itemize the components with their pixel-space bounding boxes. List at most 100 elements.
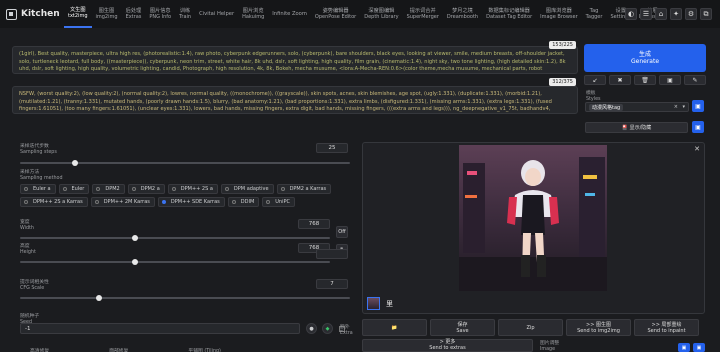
tab-sublabel: Hakuimg — [242, 14, 265, 20]
send-to-img2img-button[interactable]: >> 图生图 Send to img2img — [566, 319, 631, 336]
refresh-style-button[interactable]: ▣ — [692, 121, 704, 133]
sampling-method-option[interactable]: Euler — [58, 184, 90, 194]
radio-dot — [161, 200, 166, 204]
radio-dot — [171, 187, 176, 191]
close-icon[interactable]: ✕ — [694, 145, 700, 153]
radio-dot — [24, 200, 28, 204]
trash-icon[interactable]: 🗑 — [634, 75, 656, 85]
width-label: 宽度 Width — [20, 220, 34, 231]
save-style-icon[interactable]: ✎ — [684, 75, 706, 85]
read-params-icon[interactable]: ↙ — [584, 75, 606, 85]
cfg-scale-slider[interactable] — [20, 295, 350, 301]
send-to-inpaint-button[interactable]: >> 局部重绘 Send to inpaint — [634, 319, 699, 336]
tab-supermerger[interactable]: 提示词合并 SuperMerger — [403, 0, 443, 28]
tab-extras[interactable]: 后处理 Extras — [122, 0, 146, 28]
menu-icon[interactable]: ☰ — [640, 8, 652, 20]
clear-icon[interactable]: × — [674, 104, 678, 110]
app-logo: Kitchen — [0, 0, 64, 28]
clear-prompt-icon[interactable]: ✖ — [609, 75, 631, 85]
tab-sublabel: img2img — [95, 14, 118, 20]
width-slider[interactable] — [20, 235, 330, 241]
sampling-method-option[interactable]: DPM++ 2M Karras — [90, 197, 155, 207]
negative-prompt-input[interactable]: NSFW, (worst quality:2), (low quality:2)… — [12, 86, 578, 114]
width-value[interactable]: 768 — [298, 219, 330, 229]
styles-label: 模板 Styles — [586, 91, 601, 102]
negative-prompt-text: NSFW, (worst quality:2), (low quality:2)… — [19, 91, 552, 113]
home-icon[interactable]: ⌂ — [655, 8, 667, 20]
tab-dataset-tag-editor[interactable]: 数据集标记编辑器 Dataset Tag Editor — [482, 0, 536, 28]
slider-knob[interactable] — [131, 235, 138, 241]
settings-icon[interactable]: ⚙ — [685, 8, 697, 20]
image-action-button[interactable]: ▣ — [693, 343, 705, 352]
tab-depth-library[interactable]: 深度图编辑 Depth Library — [360, 0, 402, 28]
slider-knob[interactable] — [71, 160, 78, 166]
tab-train[interactable]: 训练 Train — [175, 0, 195, 28]
hires-off-button[interactable]: Off — [336, 226, 348, 238]
sampling-steps-value[interactable]: 25 — [316, 143, 348, 153]
extra-networks-button[interactable]: 🎴 显示/隐藏 — [585, 122, 688, 133]
tab-png-info[interactable]: 图片信息 PNG Info — [145, 0, 175, 28]
gallery-thumbnail[interactable]: 里 — [383, 297, 396, 310]
sampling-method-option[interactable]: DPM++ 2S a — [167, 184, 218, 194]
gallery-thumbnail[interactable] — [367, 297, 380, 310]
sampling-method-option[interactable]: DPM++ SDE Karras — [157, 197, 225, 207]
tab-tagger[interactable]: Tag Tagger — [582, 0, 607, 28]
tab-infinite-zoom[interactable]: Infinite Zoom — [268, 0, 311, 28]
style-chip[interactable]: 动漫风格tag — [589, 103, 624, 111]
send-to-extras-button[interactable]: > 更多 Send to extras — [362, 339, 533, 352]
chevron-down-icon[interactable]: ▾ — [682, 104, 685, 110]
cfg-scale-value[interactable]: 7 — [316, 279, 348, 289]
option-label: Euler — [71, 186, 85, 192]
prompt-text: (1girl), Best quality, masterpiece, ultr… — [19, 51, 566, 73]
tab-label: Infinite Zoom — [272, 10, 307, 17]
sampling-method-options: Euler a Euler DPM2 DPM2 a DPM++ 2S a DPM adap… — [20, 184, 354, 207]
tab-dreambooth[interactable]: 梦月之境 Dreambooth — [443, 0, 482, 28]
styles-select[interactable]: 动漫风格tag × ▾ — [585, 102, 689, 112]
tab-civitai-helper[interactable]: Civitai Helper — [195, 0, 238, 28]
prompt-input[interactable]: (1girl), Best quality, masterpiece, ultr… — [12, 46, 578, 74]
star-icon[interactable]: ✦ — [670, 8, 682, 20]
slider-knob[interactable] — [131, 259, 138, 265]
sampling-method-option[interactable]: DDIM — [227, 197, 260, 207]
height-slider[interactable] — [20, 259, 330, 265]
generate-button[interactable]: 生成 Generate — [584, 44, 706, 72]
image-action-button[interactable]: ▣ — [678, 343, 690, 352]
reuse-seed-icon[interactable]: ◆ — [322, 323, 333, 334]
cfg-scale-label: 提示词相关性 CFG Scale — [20, 280, 49, 291]
zip-button[interactable]: Zip — [498, 319, 563, 336]
sampling-method-option[interactable]: DPM2 — [92, 184, 125, 194]
option-label: DPM++ 2S a — [180, 186, 213, 192]
sampling-steps-slider[interactable] — [20, 160, 350, 166]
generate-label-en: Generate — [630, 58, 660, 65]
tab-image-browser[interactable]: 图库浏览器 Image Browser — [536, 0, 582, 28]
sampling-method-option[interactable]: Euler a — [20, 184, 56, 194]
tab-openpose-editor[interactable]: 姿势编辑器 OpenPose Editor — [311, 0, 360, 28]
random-seed-icon[interactable]: ● — [306, 323, 317, 334]
tab-sublabel: Depth Library — [364, 14, 399, 20]
open-folder-button[interactable]: 📁 — [362, 319, 427, 336]
save-button[interactable]: 保存 Save — [430, 319, 495, 336]
output-gallery: ✕ 里 — [362, 142, 705, 314]
sampling-method-option[interactable]: DPM++ 2S a Karras — [20, 197, 88, 207]
sampling-method-option[interactable]: DPM adaptive — [220, 184, 274, 194]
sampling-method-option[interactable]: DPM2 a Karras — [276, 184, 332, 194]
extra-networks-icon[interactable]: ▣ — [659, 75, 681, 85]
slider-knob[interactable] — [96, 295, 103, 301]
theme-icon[interactable]: ◐ — [625, 8, 637, 20]
window-icon[interactable]: ⧉ — [700, 8, 712, 20]
sampling-method-option[interactable]: DPM2 a — [127, 184, 165, 194]
tab-sublabel: Extras — [125, 14, 142, 20]
main-tabs: 文生图 txt2img 图生图 img2img 后处理 Extras 图片信息 PNG Inf… — [64, 0, 670, 28]
apply-style-button[interactable]: ▣ — [692, 100, 704, 112]
seed-input[interactable]: -1 — [20, 323, 300, 334]
tab-img2img[interactable]: 图生图 img2img — [92, 0, 122, 28]
generation-parameters: 采样迭代步数 Sampling steps 25 采样方法 Sampling met… — [12, 142, 352, 352]
button-sublabel: Send to inpaint — [647, 327, 686, 334]
generated-image[interactable] — [459, 145, 607, 291]
option-label: Euler a — [33, 186, 51, 192]
tab-txt2img[interactable]: 文生图 txt2img — [64, 0, 92, 28]
sampling-method-option[interactable]: UniPC — [262, 197, 295, 207]
tab-hakuimg[interactable]: 图片浏览 Hakuimg — [238, 0, 268, 28]
negative-token-counter: 312/375 — [549, 78, 576, 86]
radio-dot — [224, 187, 229, 191]
